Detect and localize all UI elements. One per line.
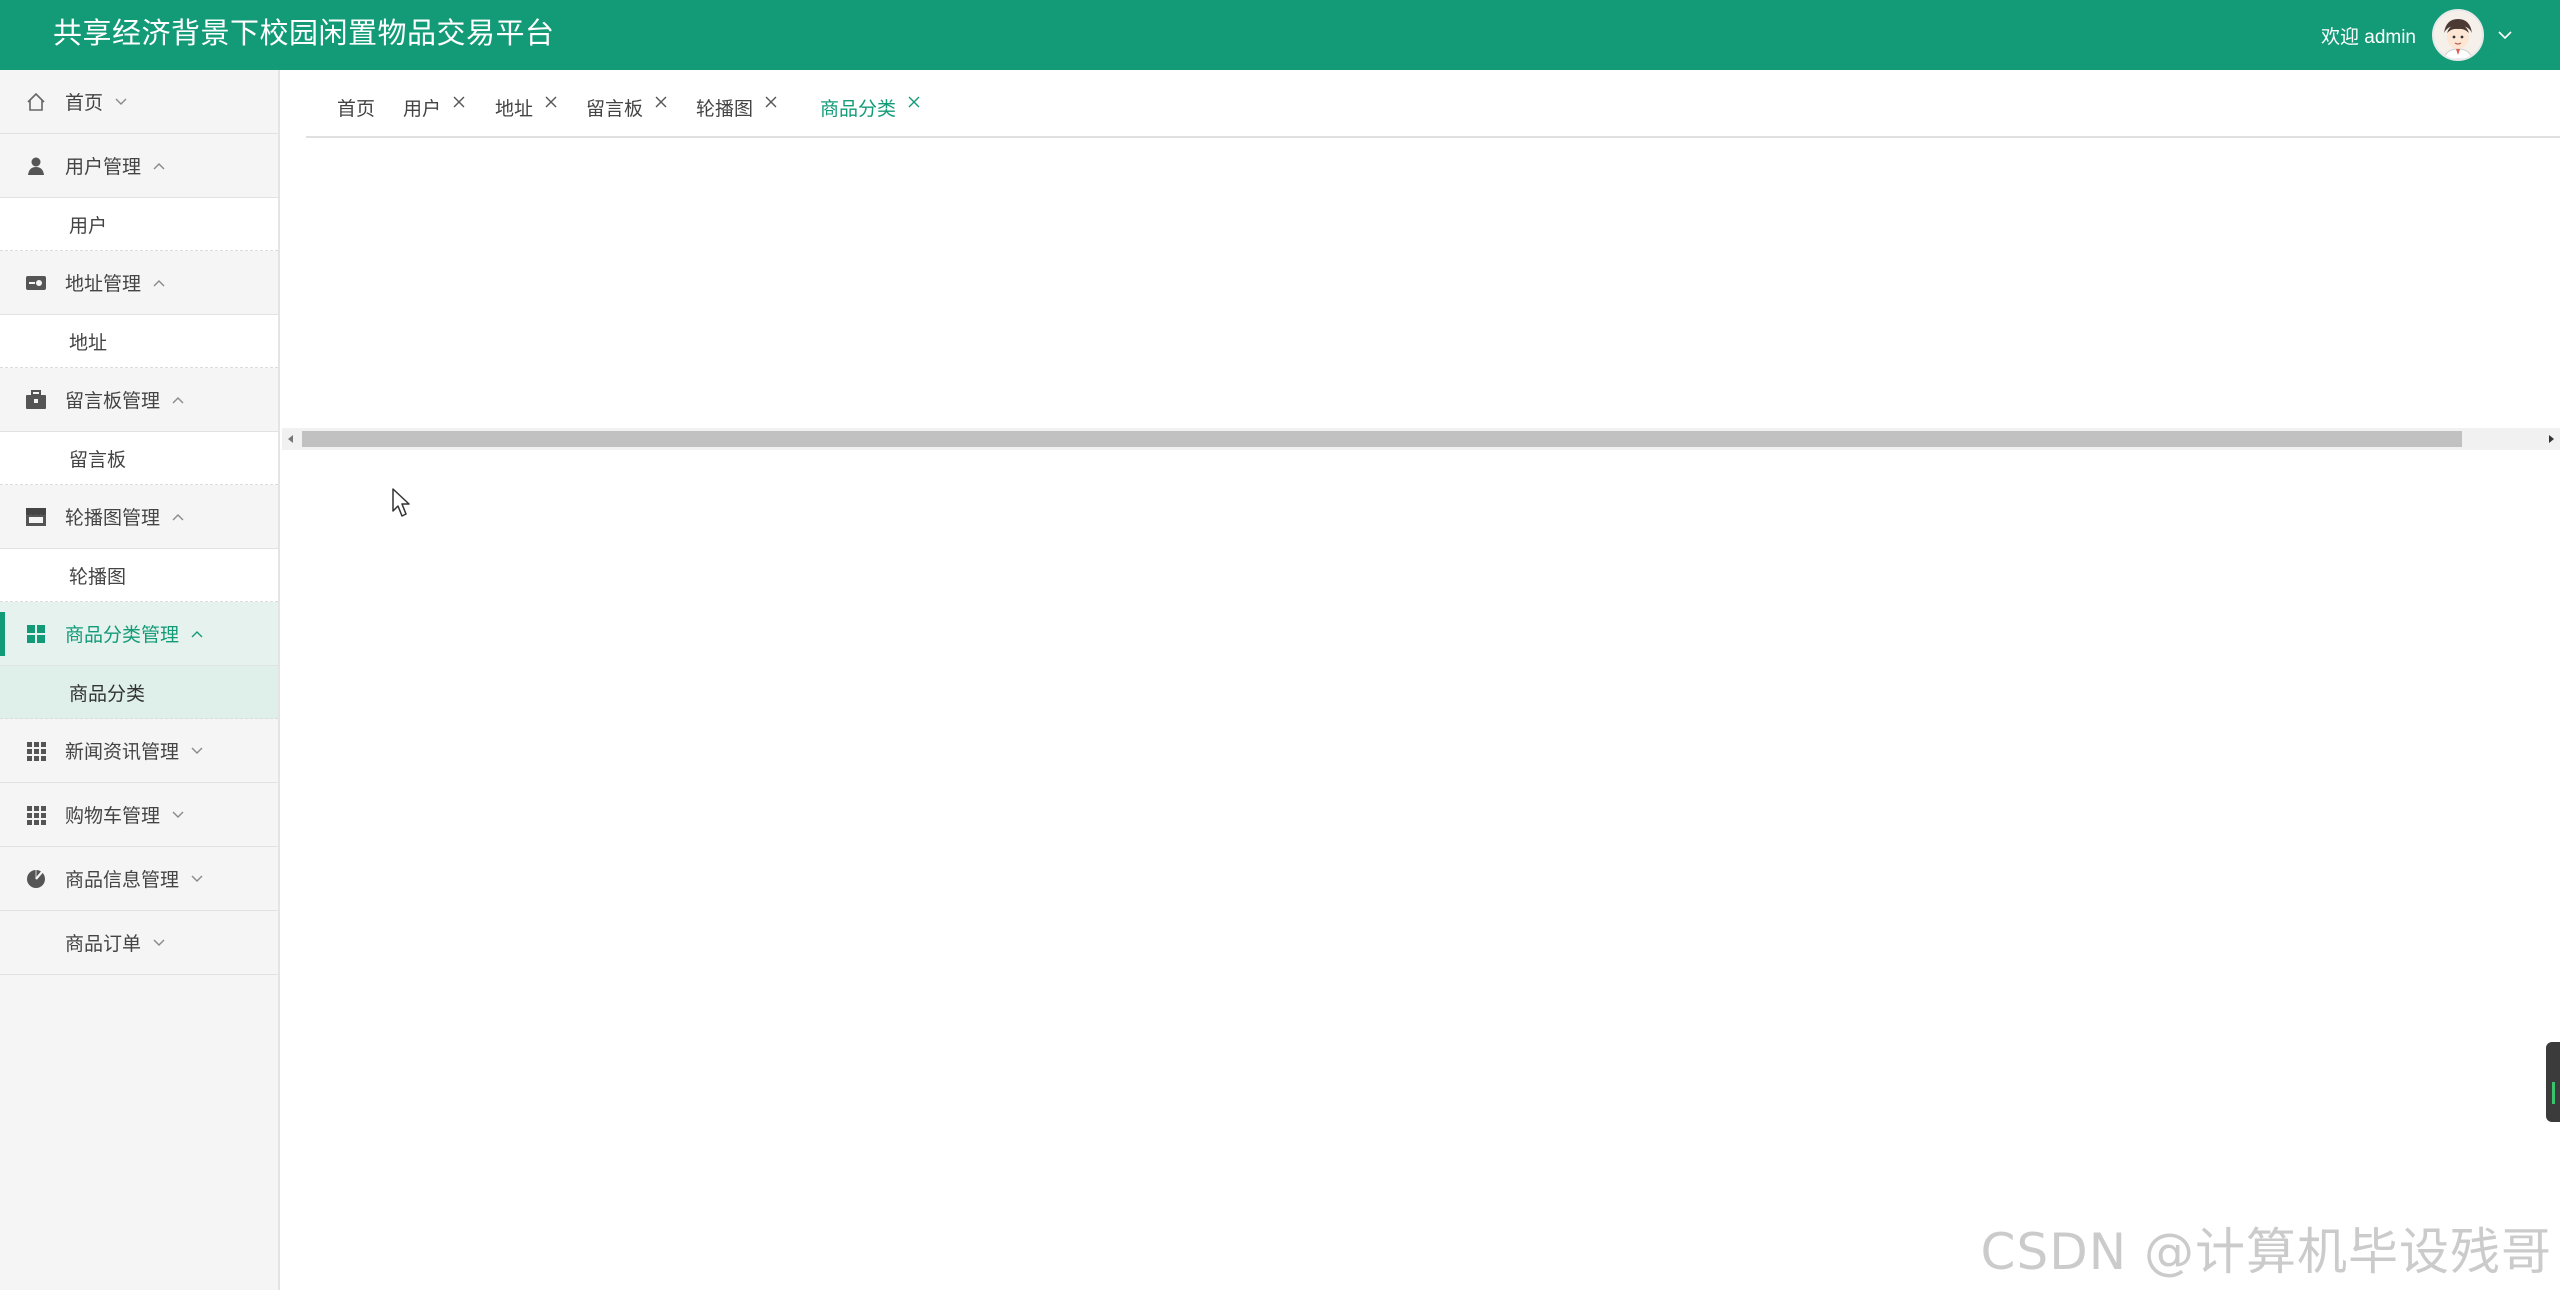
sidebar-subitem-carousel[interactable]: 轮播图 — [0, 549, 278, 602]
chevron-down-icon — [151, 935, 167, 951]
tab-category[interactable]: 商品分类 — [820, 92, 922, 122]
scrollbar-thumb[interactable] — [302, 431, 2462, 447]
chevron-up-icon — [170, 509, 186, 525]
sidebar-item-address-management[interactable]: 地址管理 — [0, 251, 278, 315]
close-icon[interactable] — [653, 94, 669, 110]
sidebar-item-label: 轮播图管理 — [65, 508, 161, 529]
sidebar-item-category-management[interactable]: 商品分类管理 — [0, 602, 278, 666]
address-card-icon — [25, 272, 47, 294]
sidebar-item-label: 新闻资讯管理 — [65, 742, 180, 763]
sidebar-subitem-label: 轮播图 — [69, 566, 127, 588]
sidebar-item-carousel-management[interactable]: 轮播图管理 — [0, 485, 278, 549]
tabs-bar: 首页 用户 地址 留言板 轮播图 商品分类 — [306, 70, 2560, 138]
sidebar-item-product-info-management[interactable]: 商品信息管理 — [0, 847, 278, 911]
sidebar-subitem-address[interactable]: 地址 — [0, 315, 278, 368]
close-icon[interactable] — [763, 94, 779, 110]
chevron-up-icon — [151, 158, 167, 174]
sidebar-item-cart-management[interactable]: 购物车管理 — [0, 783, 278, 847]
sidebar-subitem-label: 留言板 — [69, 449, 127, 471]
close-icon[interactable] — [451, 94, 467, 110]
chevron-down-icon — [189, 871, 205, 887]
chevron-down-icon — [113, 94, 129, 110]
sidebar-item-label: 地址管理 — [65, 274, 142, 295]
tab-message-board[interactable]: 留言板 — [586, 92, 669, 122]
sidebar-item-label: 购物车管理 — [65, 806, 161, 827]
sidebar-item-message-board-management[interactable]: 留言板管理 — [0, 368, 278, 432]
tab-label: 地址 — [495, 98, 534, 120]
mouse-cursor-icon — [392, 488, 414, 518]
sidebar-subitem-label: 用户 — [69, 215, 108, 237]
sidebar-item-label: 商品分类管理 — [65, 625, 180, 646]
tab-label: 用户 — [403, 98, 442, 120]
tab-label: 商品分类 — [820, 98, 897, 120]
sidebar: 首页 用户管理 用户 地址管理 地址 留言板管理 留言板 轮播图管理 轮播图 商… — [0, 70, 280, 1290]
shop-icon — [25, 506, 47, 528]
grid-nine-icon — [25, 804, 47, 826]
tab-address[interactable]: 地址 — [495, 92, 559, 122]
sidebar-subitem-category[interactable]: 商品分类 — [0, 666, 278, 719]
sidebar-subitem-label: 地址 — [69, 332, 108, 354]
sidebar-item-user-management[interactable]: 用户管理 — [0, 134, 278, 198]
tab-home[interactable]: 首页 — [337, 92, 375, 122]
sidebar-item-label: 首页 — [65, 93, 104, 114]
horizontal-scrollbar[interactable] — [282, 428, 2560, 450]
sidebar-subitem-user[interactable]: 用户 — [0, 198, 278, 251]
home-icon — [25, 91, 47, 113]
sidebar-subitem-message-board[interactable]: 留言板 — [0, 432, 278, 485]
sidebar-item-label: 商品订单 — [65, 934, 142, 955]
welcome-text: 欢迎 admin — [2320, 26, 2416, 48]
tab-carousel[interactable]: 轮播图 — [696, 92, 779, 122]
pie-chart-icon — [25, 868, 47, 890]
grid-nine-icon — [25, 740, 47, 762]
sidebar-subitem-label: 商品分类 — [69, 683, 146, 705]
tab-label: 轮播图 — [696, 98, 754, 120]
sidebar-item-label: 留言板管理 — [65, 391, 161, 412]
chevron-up-icon — [170, 392, 186, 408]
side-float-widget[interactable] — [2546, 1042, 2560, 1122]
sidebar-item-news-management[interactable]: 新闻资讯管理 — [0, 719, 278, 783]
avatar[interactable] — [2432, 9, 2484, 61]
tab-label: 首页 — [337, 98, 376, 120]
sidebar-item-label: 用户管理 — [65, 157, 142, 178]
top-header: 共享经济背景下校园闲置物品交易平台 欢迎 admin — [0, 0, 2560, 70]
briefcase-icon — [25, 389, 47, 411]
chevron-up-icon — [151, 275, 167, 291]
chevron-down-icon[interactable] — [2494, 24, 2516, 46]
scroll-left-arrow-icon[interactable] — [282, 428, 300, 450]
sidebar-item-home[interactable]: 首页 — [0, 70, 278, 134]
person-icon — [25, 155, 47, 177]
widget-indicator — [2552, 1082, 2555, 1104]
scroll-right-arrow-icon[interactable] — [2542, 428, 2560, 450]
sidebar-item-product-orders[interactable]: 商品订单 — [0, 911, 278, 975]
grid-four-icon — [25, 623, 47, 645]
app-title: 共享经济背景下校园闲置物品交易平台 — [53, 18, 555, 50]
tab-user[interactable]: 用户 — [403, 92, 467, 122]
chevron-up-icon — [189, 626, 205, 642]
avatar-face-icon — [2434, 11, 2482, 59]
user-menu[interactable]: 欢迎 admin — [2321, 0, 2516, 70]
close-icon[interactable] — [543, 94, 559, 110]
chevron-down-icon — [189, 743, 205, 759]
close-icon[interactable] — [906, 94, 922, 110]
chevron-down-icon — [170, 807, 186, 823]
tab-label: 留言板 — [586, 98, 644, 120]
sidebar-item-label: 商品信息管理 — [65, 870, 180, 891]
watermark: CSDN @计算机毕设残哥 — [1980, 1223, 2552, 1281]
